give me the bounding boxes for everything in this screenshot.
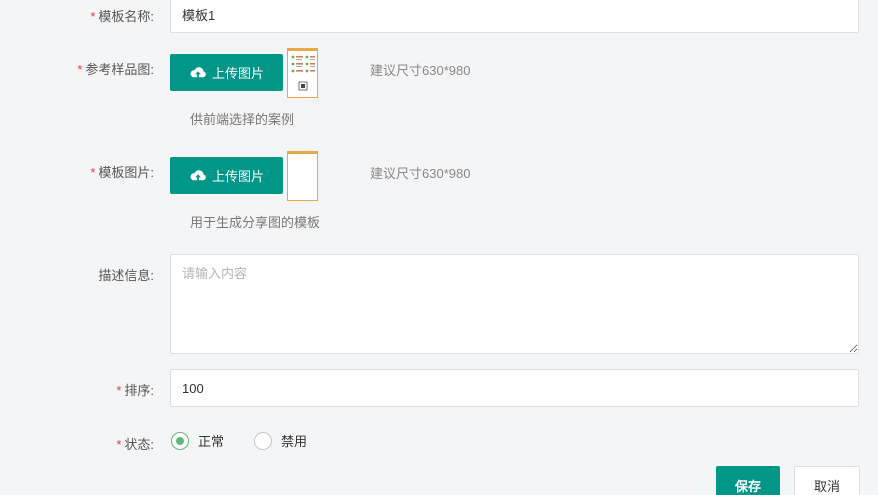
status-option-label: 正常 — [198, 434, 225, 449]
sample-image-upload-button[interactable]: 上传图片 — [170, 54, 283, 91]
sample-image-row: * 参考样品图: 上传图片 建议尺寸630*980 供前端选择的案例 — [0, 47, 878, 132]
status-option-label: 禁用 — [281, 434, 308, 449]
template-name-input[interactable] — [170, 0, 859, 33]
sort-input[interactable] — [170, 369, 859, 407]
template-image-help-text: 用于生成分享图的模板 — [190, 215, 321, 230]
description-label: 描述信息: — [98, 268, 154, 283]
sample-image-thumbnail[interactable] — [287, 48, 318, 98]
sort-label: * 排序: — [116, 383, 154, 398]
sample-image-label: * 参考样品图: — [77, 62, 154, 77]
sample-image-size-hint: 建议尺寸630*980 — [370, 63, 471, 78]
template-image-thumbnail[interactable] — [287, 151, 318, 201]
status-row: * 状态: 正常 禁用 — [0, 426, 878, 456]
template-image-upload-button[interactable]: 上传图片 — [170, 157, 283, 194]
description-row: 描述信息: — [0, 254, 878, 354]
required-mark: * — [77, 62, 83, 77]
template-image-row: * 模板图片: 上传图片 建议尺寸630*980 用于生成分享图的模板 — [0, 150, 878, 235]
description-textarea[interactable] — [170, 254, 859, 354]
status-radio-normal[interactable]: 正常 — [171, 431, 224, 450]
required-mark: * — [90, 165, 96, 180]
template-image-label: * 模板图片: — [90, 165, 154, 180]
save-button[interactable]: 保存 — [716, 466, 780, 495]
template-image-size-hint: 建议尺寸630*980 — [370, 166, 471, 181]
sort-row: * 排序: — [0, 369, 878, 407]
cancel-button[interactable]: 取消 — [794, 466, 860, 495]
required-mark: * — [90, 9, 96, 24]
required-mark: * — [116, 383, 122, 398]
upload-button-label: 上传图片 — [211, 66, 264, 81]
template-name-label: * 模板名称: — [90, 9, 154, 24]
cloud-upload-icon — [190, 66, 206, 77]
radio-checked-icon — [171, 431, 189, 450]
upload-button-label: 上传图片 — [211, 169, 264, 184]
cloud-upload-icon — [190, 169, 206, 180]
radio-unchecked-icon — [254, 431, 272, 450]
required-mark: * — [116, 437, 122, 452]
status-radio-disabled[interactable]: 禁用 — [254, 431, 307, 450]
sample-image-preview — [291, 55, 315, 91]
template-edit-form: *模板名称: *参考样品图: 上传图片 建议尺寸630*980 供前端选择的案例… — [0, 0, 878, 495]
sample-image-help-text: 供前端选择的案例 — [190, 112, 295, 127]
template-name-row: * 模板名称: — [0, 0, 878, 33]
status-label: * 状态: — [116, 437, 154, 452]
